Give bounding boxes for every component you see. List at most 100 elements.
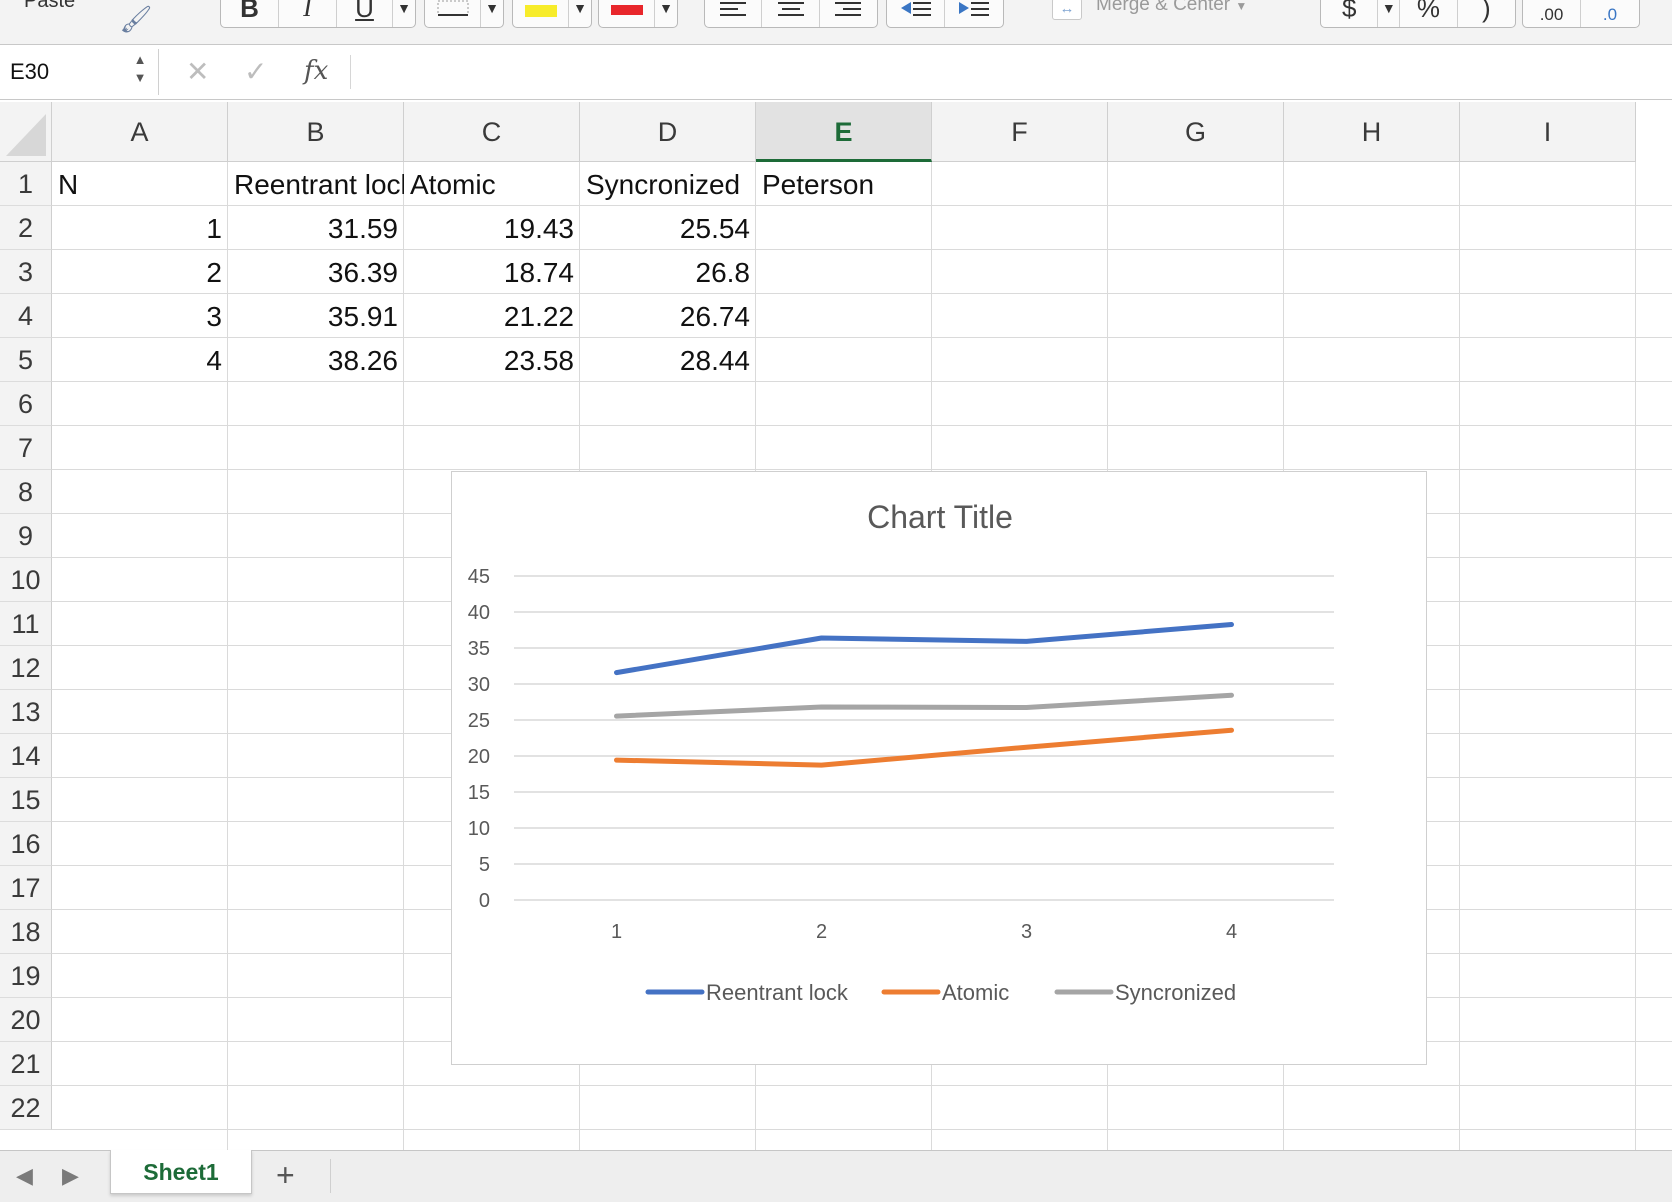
close-icon[interactable]: ✕ [186,53,209,91]
triangle-left-icon[interactable]: ◀ [16,1161,33,1191]
chart-canvas: Chart Title 0 5 10 15 20 25 30 35 40 45 1 2 3 4 Reen… [468,499,1334,1005]
x-tick-label: 2 [816,921,827,943]
cell-d1[interactable]: Syncronized [580,162,756,206]
row-header-20[interactable]: 20 [0,998,52,1042]
column-header-h[interactable]: H [1284,102,1460,162]
select-all-corner[interactable] [0,102,52,162]
row-header-14[interactable]: 14 [0,734,52,778]
legend-label[interactable]: Syncronized [1115,980,1236,1005]
cell-c3[interactable]: 18.74 [404,250,580,294]
align-right-icon[interactable] [820,0,877,27]
column-header-e[interactable]: E [756,102,932,162]
row-header-1[interactable]: 1 [0,162,52,206]
cell-a4[interactable]: 3 [52,294,228,338]
cell-d3[interactable]: 26.8 [580,250,756,294]
underline-button[interactable]: U [337,0,393,27]
cell-b3[interactable]: 36.39 [228,250,404,294]
column-header-a[interactable]: A [52,102,228,162]
series-line-syncronized[interactable] [614,692,1234,719]
line-chart[interactable]: Chart Title 0 5 10 15 20 25 30 35 40 45 1 2 3 4 Reen… [451,471,1427,1065]
increase-indent-icon[interactable] [945,0,1003,27]
row-header-11[interactable]: 11 [0,602,52,646]
underline-dropdown-icon[interactable]: ▼ [393,0,415,27]
name-box-stepper-icon[interactable]: ▲ ▼ [132,51,148,87]
function-icon[interactable]: fx [304,51,328,91]
fill-color-icon[interactable] [513,0,569,27]
currency-dropdown-icon[interactable]: ▼ [1378,0,1401,27]
font-color-dropdown-icon[interactable]: ▼ [655,0,677,27]
row-header-17[interactable]: 17 [0,866,52,910]
paintbrush-icon[interactable]: 🖌 [118,4,154,34]
cell-a2[interactable]: 1 [52,206,228,250]
row-header-12[interactable]: 12 [0,646,52,690]
merge-center-icon[interactable]: ↔ [1052,0,1082,20]
add-sheet-button[interactable]: + [276,1157,295,1193]
cell-d2[interactable]: 25.54 [580,206,756,250]
merge-center-button[interactable]: Merge & Center ▼ [1096,0,1247,16]
cell-b4[interactable]: 35.91 [228,294,404,338]
chart-title[interactable]: Chart Title [867,499,1013,535]
increase-decimal-button[interactable]: .00 [1523,0,1582,27]
y-tick-label: 35 [468,638,490,660]
row-header-7[interactable]: 7 [0,426,52,470]
row-header-21[interactable]: 21 [0,1042,52,1086]
cell-c4[interactable]: 21.22 [404,294,580,338]
row-header-10[interactable]: 10 [0,558,52,602]
font-color-icon[interactable] [599,0,655,27]
row-header-13[interactable]: 13 [0,690,52,734]
merge-dropdown-icon[interactable]: ▼ [1235,0,1247,13]
legend-label[interactable]: Reentrant lock [706,980,849,1005]
cell-a5[interactable]: 4 [52,338,228,382]
tab-sheet1[interactable]: Sheet1 [110,1150,252,1194]
align-left-icon[interactable] [705,0,763,27]
formula-input[interactable] [360,51,1660,93]
italic-button[interactable]: I [279,0,337,27]
percent-button[interactable]: % [1400,0,1458,27]
row-header-18[interactable]: 18 [0,910,52,954]
cell-d5[interactable]: 28.44 [580,338,756,382]
row-header-5[interactable]: 5 [0,338,52,382]
cell-c1[interactable]: Atomic [404,162,580,206]
cell-b1[interactable]: Reentrant lock [228,162,404,206]
row-header-22[interactable]: 22 [0,1086,52,1130]
borders-dropdown-icon[interactable]: ▼ [481,0,503,27]
row-gridline [52,425,1672,426]
row-header-15[interactable]: 15 [0,778,52,822]
triangle-right-icon[interactable]: ▶ [62,1161,79,1191]
column-header-b[interactable]: B [228,102,404,162]
row-header-3[interactable]: 3 [0,250,52,294]
column-header-d[interactable]: D [580,102,756,162]
row-header-8[interactable]: 8 [0,470,52,514]
cell-a3[interactable]: 2 [52,250,228,294]
series-line-atomic[interactable] [614,727,1234,768]
borders-icon[interactable] [425,0,481,27]
currency-button[interactable]: $ [1321,0,1379,27]
cell-c5[interactable]: 23.58 [404,338,580,382]
legend-label[interactable]: Atomic [942,980,1009,1005]
row-header-9[interactable]: 9 [0,514,52,558]
bold-button[interactable]: B [221,0,279,27]
cell-b5[interactable]: 38.26 [228,338,404,382]
cell-d4[interactable]: 26.74 [580,294,756,338]
column-header-c[interactable]: C [404,102,580,162]
row-header-16[interactable]: 16 [0,822,52,866]
cell-e1[interactable]: Peterson [756,162,932,206]
align-center-icon[interactable] [762,0,820,27]
decrease-indent-icon[interactable] [887,0,946,27]
cell-b2[interactable]: 31.59 [228,206,404,250]
row-header-6[interactable]: 6 [0,382,52,426]
column-header-f[interactable]: F [932,102,1108,162]
decrease-decimal-button[interactable]: .0 [1581,0,1639,27]
column-header-g[interactable]: G [1108,102,1284,162]
comma-style-button[interactable]: ) [1458,0,1515,27]
fill-color-dropdown-icon[interactable]: ▼ [569,0,591,27]
paste-button-label[interactable]: Paste [24,0,75,13]
check-icon[interactable]: ✓ [244,53,267,91]
column-header-i[interactable]: I [1460,102,1636,162]
cell-c2[interactable]: 19.43 [404,206,580,250]
row-header-2[interactable]: 2 [0,206,52,250]
formula-bar: E30 ▲ ▼ ✕ ✓ fx [0,45,1672,100]
row-header-19[interactable]: 19 [0,954,52,998]
cell-a1[interactable]: N [52,162,228,206]
row-header-4[interactable]: 4 [0,294,52,338]
